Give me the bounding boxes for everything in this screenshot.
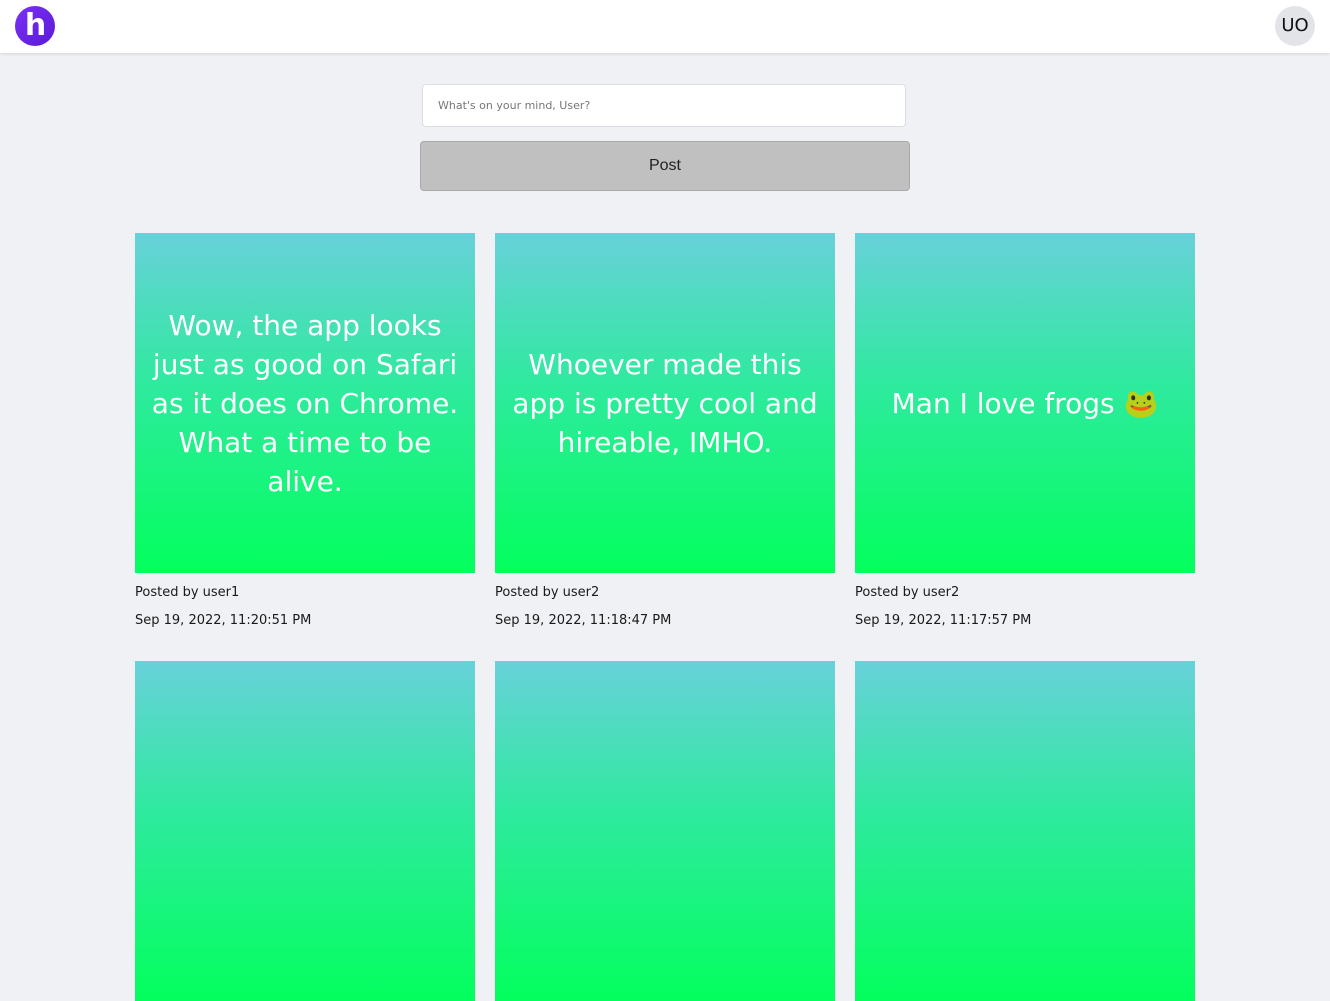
post-timestamp: Sep 19, 2022, 11:18:47 PM (495, 613, 672, 628)
post-author: Posted by user2 (495, 585, 600, 600)
post-author: Posted by user2 (855, 585, 960, 600)
post-button[interactable]: Post (420, 141, 910, 191)
post-tile[interactable] (855, 661, 1195, 1001)
post-meta: Posted by user1 Sep 19, 2022, 11:20:51 P… (135, 579, 475, 635)
post-tile[interactable]: Whoever made this app is pretty cool and… (495, 233, 835, 573)
post-tile[interactable]: Wow, the app looks just as good on Safar… (135, 233, 475, 573)
post-tile[interactable]: Man I love frogs 🐸 (855, 233, 1195, 573)
post-card (855, 661, 1195, 1001)
post-text: Wow, the app looks just as good on Safar… (151, 308, 459, 498)
post-tile[interactable] (135, 661, 475, 1001)
post-text: Man I love frogs 🐸 (891, 386, 1159, 420)
post-meta: Posted by user2 Sep 19, 2022, 11:17:57 P… (855, 579, 1195, 635)
post-card (495, 661, 835, 1001)
post-tile[interactable] (495, 661, 835, 1001)
post-card: Wow, the app looks just as good on Safar… (135, 233, 475, 635)
post-composer-input[interactable] (422, 84, 906, 127)
app-logo[interactable]: h (15, 6, 55, 46)
post-timestamp: Sep 19, 2022, 11:20:51 PM (135, 613, 312, 628)
post-timestamp: Sep 19, 2022, 11:17:57 PM (855, 613, 1032, 628)
post-text: Whoever made this app is pretty cool and… (512, 347, 818, 459)
post-card: Whoever made this app is pretty cool and… (495, 233, 835, 635)
user-avatar[interactable]: UO (1275, 6, 1315, 46)
top-nav-bar: h UO (0, 0, 1330, 53)
post-meta: Posted by user2 Sep 19, 2022, 11:18:47 P… (495, 579, 835, 635)
post-card (135, 661, 475, 1001)
post-card: Man I love frogs 🐸 Posted by user2 Sep 1… (855, 233, 1195, 635)
post-author: Posted by user1 (135, 585, 240, 600)
